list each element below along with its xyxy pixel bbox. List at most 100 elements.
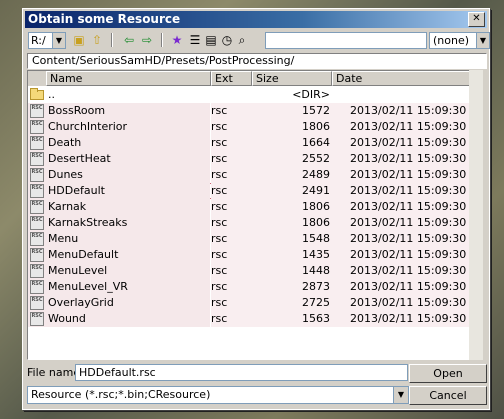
file-ext: rsc	[211, 199, 252, 215]
file-ext: rsc	[211, 103, 252, 119]
open-button[interactable]: Open	[409, 364, 487, 383]
file-size: 1806	[252, 199, 332, 215]
file-name: Menu	[48, 232, 79, 245]
name-cell: RSC Karnak	[28, 199, 210, 215]
close-button[interactable]: ✕	[468, 12, 485, 27]
file-row[interactable]: RSC HDDefault rsc 2491 2013/02/11 15:09:30	[28, 183, 469, 199]
file-list[interactable]: Name Ext Size Date .. <DIR> RSC BossRoom r…	[27, 70, 470, 360]
parent-dir-row[interactable]: .. <DIR>	[28, 87, 469, 103]
title-bar[interactable]: Obtain some Resource ✕	[25, 11, 487, 28]
folder-up-icon[interactable]: ⇧	[89, 32, 105, 48]
column-name[interactable]: Name	[46, 71, 211, 86]
resource-file-icon: RSC	[30, 232, 44, 246]
list-view-icon[interactable]: ☰	[187, 32, 203, 48]
file-date: 2013/02/11 15:09:30	[332, 135, 469, 151]
file-date: 2013/02/11 15:09:30	[332, 151, 469, 167]
file-row[interactable]: RSC BossRoom rsc 1572 2013/02/11 15:09:30	[28, 103, 469, 119]
file-name: Death	[48, 136, 82, 149]
name-cell: RSC BossRoom	[28, 103, 210, 119]
name-cell: RSC MenuDefault	[28, 247, 210, 263]
file-date: 2013/02/11 15:09:30	[332, 103, 469, 119]
toolbar-divider	[111, 33, 113, 47]
file-size: 1548	[252, 231, 332, 247]
file-size: 2873	[252, 279, 332, 295]
file-size: 1806	[252, 119, 332, 135]
file-ext: rsc	[211, 151, 252, 167]
file-name: MenuLevel_VR	[48, 280, 128, 293]
filter-select[interactable]: (none) ▼	[429, 32, 490, 49]
clock-icon[interactable]: ◷	[219, 32, 235, 48]
file-name: HDDefault	[48, 184, 105, 197]
name-cell: RSC OverlayGrid	[28, 295, 210, 311]
path-field[interactable]: Content/SeriousSamHD/Presets/PostProcess…	[27, 53, 487, 69]
file-row[interactable]: RSC Dunes rsc 2489 2013/02/11 15:09:30	[28, 167, 469, 183]
file-date: 2013/02/11 15:09:30	[332, 279, 469, 295]
file-ext: rsc	[211, 231, 252, 247]
file-row[interactable]: RSC OverlayGrid rsc 2725 2013/02/11 15:09:30	[28, 295, 469, 311]
file-row[interactable]: RSC Wound rsc 1563 2013/02/11 15:09:30	[28, 311, 469, 327]
folder-icon[interactable]: ▣	[71, 32, 87, 48]
file-name: Wound	[48, 312, 86, 325]
file-row[interactable]: RSC MenuDefault rsc 1435 2013/02/11 15:09:30	[28, 247, 469, 263]
file-row[interactable]: RSC MenuLevel rsc 1448 2013/02/11 15:09:30	[28, 263, 469, 279]
name-cell: RSC KarnakStreaks	[28, 215, 210, 231]
name-cell: RSC DesertHeat	[28, 151, 210, 167]
column-date[interactable]: Date	[332, 71, 469, 86]
window-title: Obtain some Resource	[28, 12, 181, 26]
file-row[interactable]: RSC KarnakStreaks rsc 1806 2013/02/11 15:09:…	[28, 215, 469, 231]
file-date: 2013/02/11 15:09:30	[332, 167, 469, 183]
column-ext[interactable]: Ext	[211, 71, 252, 86]
file-ext: rsc	[211, 119, 252, 135]
file-row[interactable]: RSC Menu rsc 1548 2013/02/11 15:09:30	[28, 231, 469, 247]
file-ext: rsc	[211, 183, 252, 199]
file-ext: rsc	[211, 247, 252, 263]
file-date: 2013/02/11 15:09:30	[332, 247, 469, 263]
forward-arrow-icon[interactable]: ⇨	[139, 32, 155, 48]
filter-value: (none)	[433, 34, 470, 47]
back-arrow-icon[interactable]: ⇦	[121, 32, 137, 48]
file-size: 1806	[252, 215, 332, 231]
chevron-down-icon[interactable]: ▼	[393, 387, 408, 403]
name-cell: RSC MenuLevel	[28, 263, 210, 279]
star-icon[interactable]: ★	[169, 32, 185, 48]
file-row[interactable]: RSC ChurchInterior rsc 1806 2013/02/11 15:09…	[28, 119, 469, 135]
details-view-icon[interactable]: ▤	[203, 32, 219, 48]
bookmark-icon[interactable]	[249, 32, 265, 48]
file-row[interactable]: RSC DesertHeat rsc 2552 2013/02/11 15:09:30	[28, 151, 469, 167]
chevron-down-icon[interactable]: ▼	[52, 33, 65, 48]
resource-file-icon: RSC	[30, 136, 44, 150]
file-ext: rsc	[211, 215, 252, 231]
file-date: 2013/02/11 15:09:30	[332, 183, 469, 199]
file-ext: rsc	[211, 279, 252, 295]
file-row[interactable]: RSC Death rsc 1664 2013/02/11 15:09:30	[28, 135, 469, 151]
file-ext: rsc	[211, 167, 252, 183]
find-icon[interactable]: ⌕	[234, 32, 250, 48]
name-cell: RSC Dunes	[28, 167, 210, 183]
file-size: 1435	[252, 247, 332, 263]
search-input[interactable]	[265, 32, 427, 49]
resource-file-icon: RSC	[30, 264, 44, 278]
column-header: Name Ext Size Date	[28, 71, 469, 86]
name-cell: RSC HDDefault	[28, 183, 210, 199]
resource-dialog: Obtain some Resource ✕ R:/ ▼ ▣ ⇧ ⇦ ⇨ ★ ☰…	[22, 8, 490, 410]
file-size: <DIR>	[292, 88, 330, 101]
file-size: 2725	[252, 295, 332, 311]
file-date: 2013/02/11 15:09:30	[332, 263, 469, 279]
file-row[interactable]: RSC MenuLevel_VR rsc 2873 2013/02/11 15:09:3…	[28, 279, 469, 295]
cancel-button[interactable]: Cancel	[409, 386, 487, 405]
file-size: 1572	[252, 103, 332, 119]
resource-file-icon: RSC	[30, 312, 44, 326]
file-date: 2013/02/11 15:09:30	[332, 215, 469, 231]
file-date: 2013/02/11 15:09:30	[332, 311, 469, 327]
resource-file-icon: RSC	[30, 120, 44, 134]
resource-file-icon: RSC	[30, 168, 44, 182]
vertical-scrollbar[interactable]	[469, 70, 483, 360]
file-row[interactable]: RSC Karnak rsc 1806 2013/02/11 15:09:30	[28, 199, 469, 215]
drive-select[interactable]: R:/ ▼	[28, 32, 66, 49]
file-name-input[interactable]: HDDefault.rsc	[75, 364, 408, 381]
column-size[interactable]: Size	[252, 71, 332, 86]
file-date: 2013/02/11 15:09:30	[332, 199, 469, 215]
chevron-down-icon[interactable]: ▼	[476, 33, 489, 48]
file-name: KarnakStreaks	[48, 216, 128, 229]
file-type-select[interactable]: Resource (*.rsc;*.bin;CResource) ▼	[27, 386, 409, 404]
